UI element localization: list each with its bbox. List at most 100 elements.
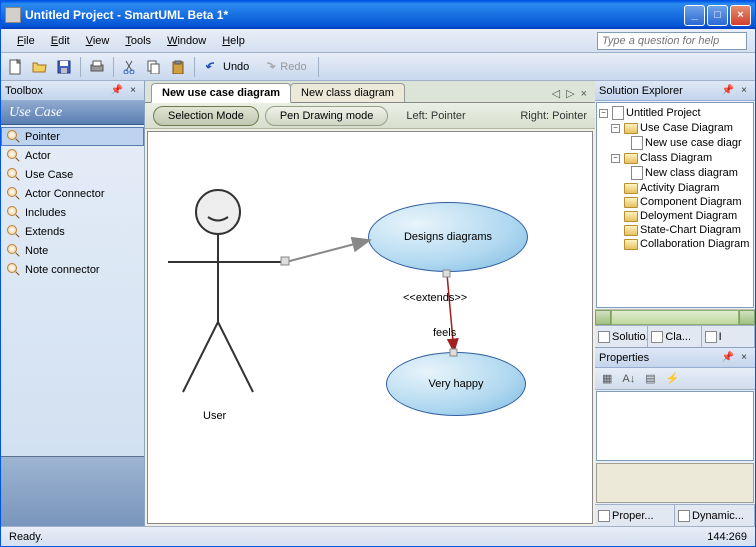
menu-window[interactable]: Window: [159, 32, 214, 50]
tab-usecase-diagram[interactable]: New use case diagram: [151, 83, 291, 103]
right-pointer-label: Right: Pointer: [520, 110, 587, 122]
folder-icon: [624, 225, 638, 236]
tree-deployment-folder[interactable]: Deloyment Diagram: [597, 209, 753, 223]
help-search-input[interactable]: [597, 32, 747, 50]
window-title: Untitled Project - SmartUML Beta 1*: [25, 8, 684, 22]
pin-icon[interactable]: 📌: [721, 84, 735, 98]
new-file-icon[interactable]: [5, 56, 27, 78]
menu-file[interactable]: File: [9, 32, 43, 50]
pin-icon[interactable]: 📌: [110, 84, 124, 98]
tab-class-diagram[interactable]: New class diagram: [290, 83, 405, 102]
cut-icon[interactable]: [119, 56, 141, 78]
folder-icon: [624, 183, 638, 194]
menu-edit[interactable]: Edit: [43, 32, 78, 50]
events-icon[interactable]: ⚡: [663, 372, 683, 385]
canvas-area: New use case diagram New class diagram ◁…: [145, 81, 595, 526]
tree-usecase-doc[interactable]: New use case diagr: [597, 135, 753, 151]
magnifier-icon: [7, 187, 20, 200]
close-panel-icon[interactable]: ×: [737, 84, 751, 98]
tool-extends[interactable]: Extends: [1, 222, 144, 241]
solution-tree[interactable]: −Untitled Project −Use Case Diagram New …: [596, 102, 754, 308]
tree-component-folder[interactable]: Component Diagram: [597, 195, 753, 209]
minimize-button[interactable]: _: [684, 5, 705, 26]
connectors: [148, 132, 588, 524]
properties-tabs: Proper... Dynamic...: [595, 504, 755, 526]
tree-root[interactable]: −Untitled Project: [597, 105, 753, 121]
magnifier-icon: [7, 244, 20, 257]
toolbox-panel: Toolbox 📌 × Use Case Pointer Actor Use C…: [1, 81, 145, 526]
explorer-tab-class[interactable]: Cla...: [648, 326, 701, 347]
tree-class-folder[interactable]: −Class Diagram: [597, 151, 753, 165]
redo-button[interactable]: Redo: [257, 61, 312, 73]
magnifier-icon: [7, 130, 20, 143]
tree-class-doc[interactable]: New class diagram: [597, 165, 753, 181]
project-icon: [612, 106, 624, 120]
document-icon: [631, 136, 643, 150]
tab-close-icon[interactable]: ×: [579, 88, 589, 100]
paste-icon[interactable]: [167, 56, 189, 78]
tree-activity-folder[interactable]: Activity Diagram: [597, 181, 753, 195]
copy-icon[interactable]: [143, 56, 165, 78]
tab-icon: [705, 331, 717, 343]
magnifier-icon: [7, 263, 20, 276]
tool-usecase[interactable]: Use Case: [1, 165, 144, 184]
magnifier-icon: [7, 168, 20, 181]
categorize-icon[interactable]: ▦: [599, 372, 615, 385]
tool-includes[interactable]: Includes: [1, 203, 144, 222]
save-icon[interactable]: [53, 56, 75, 78]
tool-pointer[interactable]: Pointer: [1, 127, 144, 146]
folder-icon: [624, 153, 638, 164]
folder-icon: [624, 197, 638, 208]
right-panels: Solution Explorer 📌 × −Untitled Project …: [595, 81, 755, 526]
tree-collaboration-folder[interactable]: Collaboration Diagram: [597, 237, 753, 251]
tab-next-icon[interactable]: ▷: [564, 87, 576, 100]
tab-icon: [598, 510, 610, 522]
properties-tab-dynamic[interactable]: Dynamic...: [675, 505, 755, 526]
toolbox-title: Toolbox: [5, 85, 108, 97]
props-icon[interactable]: ▤: [642, 372, 658, 385]
undo-button[interactable]: Undo: [200, 61, 255, 73]
maximize-button[interactable]: □: [707, 5, 728, 26]
tree-usecase-folder[interactable]: −Use Case Diagram: [597, 121, 753, 135]
tool-note-connector[interactable]: Note connector: [1, 260, 144, 279]
properties-grid[interactable]: [596, 391, 754, 461]
print-icon[interactable]: [86, 56, 108, 78]
undo-label: Undo: [223, 61, 249, 73]
tree-statechart-folder[interactable]: State-Chart Diagram: [597, 223, 753, 237]
folder-icon: [624, 239, 638, 250]
properties-description: [596, 463, 754, 503]
left-pointer-label: Left: Pointer: [406, 110, 465, 122]
selection-mode-button[interactable]: Selection Mode: [153, 106, 259, 126]
sort-icon[interactable]: A↓: [619, 373, 638, 385]
explorer-tab-solution[interactable]: Solutio...: [595, 326, 648, 347]
menu-tools[interactable]: Tools: [117, 32, 159, 50]
close-button[interactable]: ×: [730, 5, 751, 26]
magnifier-icon: [7, 225, 20, 238]
tool-actor-connector[interactable]: Actor Connector: [1, 184, 144, 203]
properties-tab-proper[interactable]: Proper...: [595, 505, 675, 526]
menu-view[interactable]: View: [78, 32, 118, 50]
tab-icon: [651, 331, 663, 343]
open-folder-icon[interactable]: [29, 56, 51, 78]
tool-note[interactable]: Note: [1, 241, 144, 260]
tree-scrollbar[interactable]: [595, 309, 755, 325]
title-bar: Untitled Project - SmartUML Beta 1* _ □ …: [1, 1, 755, 29]
explorer-tab-i[interactable]: I: [702, 326, 755, 347]
explorer-header: Solution Explorer 📌 ×: [595, 81, 755, 101]
document-tabs: New use case diagram New class diagram ◁…: [145, 81, 595, 103]
pin-icon[interactable]: 📌: [721, 351, 735, 365]
magnifier-icon: [7, 206, 20, 219]
close-panel-icon[interactable]: ×: [126, 84, 140, 98]
toolbox-items: Pointer Actor Use Case Actor Connector I…: [1, 125, 144, 456]
mode-bar: Selection Mode Pen Drawing mode Left: Po…: [145, 103, 595, 129]
extends-label: <<extends>>: [403, 292, 467, 304]
diagram-canvas[interactable]: User Designs diagrams Very happy <<exten…: [147, 131, 593, 524]
toolbox-category[interactable]: Use Case: [1, 101, 144, 125]
tab-prev-icon[interactable]: ◁: [550, 87, 562, 100]
tool-actor[interactable]: Actor: [1, 146, 144, 165]
toolbar: Undo Redo: [1, 53, 755, 81]
pen-mode-button[interactable]: Pen Drawing mode: [265, 106, 389, 126]
close-panel-icon[interactable]: ×: [737, 351, 751, 365]
properties-toolbar: ▦ A↓ ▤ ⚡: [595, 368, 755, 390]
menu-help[interactable]: Help: [214, 32, 253, 50]
